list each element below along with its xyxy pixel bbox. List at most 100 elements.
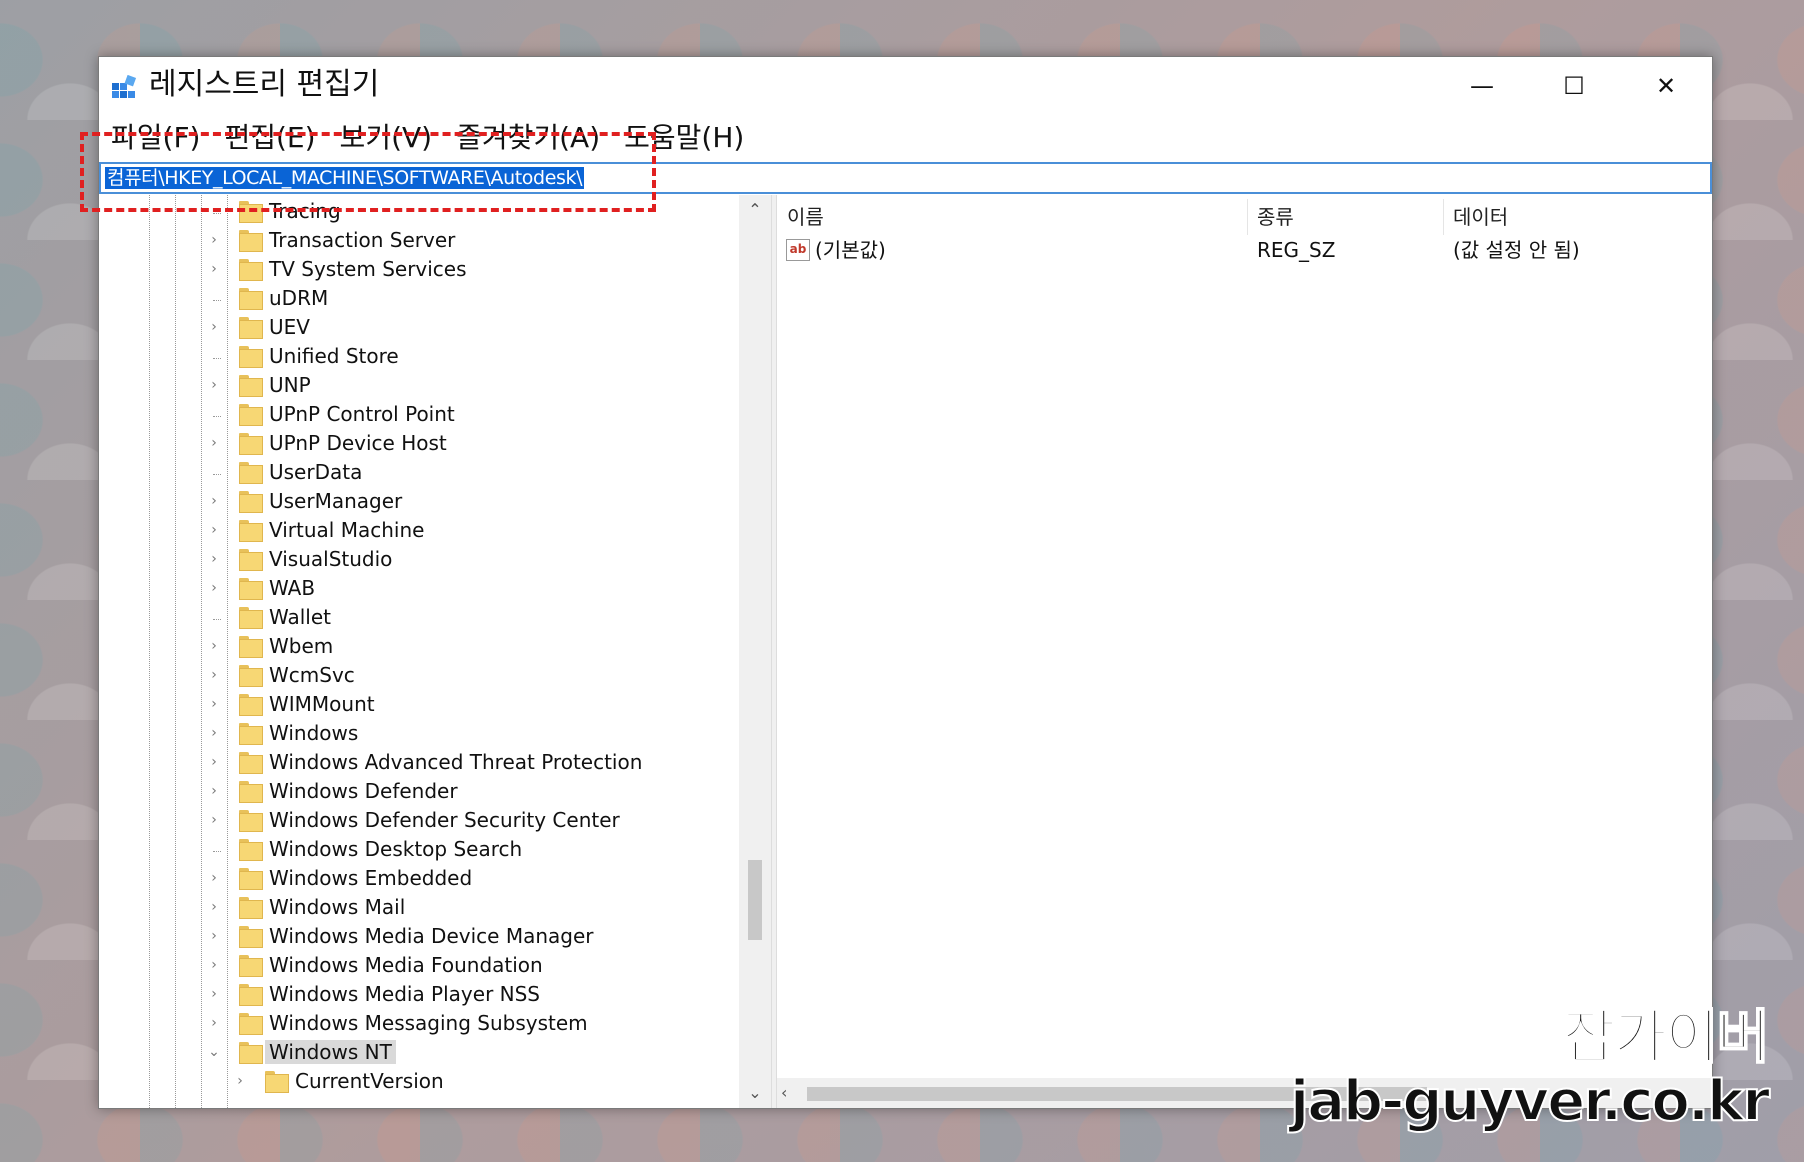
address-bar[interactable]: 컴퓨터\HKEY_LOCAL_MACHINE\SOFTWARE\Autodesk… (99, 162, 1712, 194)
maximize-button[interactable]: ☐ (1528, 57, 1620, 115)
tree-node[interactable]: Windows Desktop Search (99, 835, 739, 864)
menu-file[interactable]: 파일(F) (111, 115, 200, 161)
tree-node[interactable]: UPnP Control Point (99, 400, 739, 429)
minimize-button[interactable]: — (1436, 57, 1528, 115)
tree-node[interactable]: › Windows Embedded (99, 864, 739, 893)
tree-node[interactable]: › VisualStudio (99, 545, 739, 574)
address-path[interactable]: 컴퓨터\HKEY_LOCAL_MACHINE\SOFTWARE\Autodesk… (105, 167, 585, 189)
tree-node[interactable]: › UserManager (99, 487, 739, 516)
tree-node-label[interactable]: UPnP Device Host (269, 431, 447, 455)
tree-node[interactable]: Tracing (99, 197, 739, 226)
tree-node-label[interactable]: UserManager (269, 489, 402, 513)
expand-icon[interactable]: › (207, 580, 221, 596)
tree-node-label[interactable]: UserData (269, 460, 362, 484)
column-divider[interactable] (1247, 199, 1248, 235)
expand-icon[interactable]: › (207, 928, 221, 944)
tree-node-label[interactable]: TV System Services (269, 257, 467, 281)
tree-node-label[interactable]: WcmSvc (269, 663, 355, 687)
tree-node[interactable]: › Windows Defender (99, 777, 739, 806)
menu-help[interactable]: 도움말(H) (624, 115, 744, 161)
tree-node[interactable]: › CurrentVersion (99, 1067, 739, 1096)
tree-node[interactable]: › UEV (99, 313, 739, 342)
expand-icon[interactable]: › (207, 493, 221, 509)
expand-icon[interactable]: › (207, 986, 221, 1002)
tree-node[interactable]: › Windows Defender Security Center (99, 806, 739, 835)
expand-icon[interactable]: › (233, 1073, 247, 1089)
expand-icon[interactable]: › (207, 812, 221, 828)
tree-node-label[interactable]: Unified Store (269, 344, 399, 368)
tree-node-label[interactable]: UNP (269, 373, 311, 397)
expand-icon[interactable]: › (207, 1015, 221, 1031)
tree-node-label[interactable]: Transaction Server (269, 228, 455, 252)
expand-icon[interactable]: › (207, 667, 221, 683)
column-header-type[interactable]: 종류 (1257, 201, 1294, 233)
expand-icon[interactable]: › (207, 696, 221, 712)
expand-icon[interactable]: › (207, 435, 221, 451)
tree-node-label[interactable]: Windows (269, 721, 358, 745)
tree-node[interactable]: › Windows Messaging Subsystem (99, 1009, 739, 1038)
menu-edit[interactable]: 편집(E) (224, 115, 315, 161)
tree-node-label[interactable]: Windows Mail (269, 895, 405, 919)
tree-node[interactable]: › WIMMount (99, 690, 739, 719)
tree-node[interactable]: › Windows Mail (99, 893, 739, 922)
tree-node-label[interactable]: UEV (269, 315, 310, 339)
expand-icon[interactable]: › (207, 638, 221, 654)
expand-icon[interactable]: › (207, 261, 221, 277)
tree-node[interactable]: › TV System Services (99, 255, 739, 284)
tree-node-label[interactable]: Virtual Machine (269, 518, 424, 542)
tree-node-label[interactable]: Wbem (269, 634, 333, 658)
tree-node-label[interactable]: WIMMount (269, 692, 375, 716)
menu-view[interactable]: 보기(V) (340, 115, 433, 161)
tree-node-label[interactable]: UPnP Control Point (269, 402, 455, 426)
tree-node-label[interactable]: Windows Embedded (269, 866, 472, 890)
tree-node-label[interactable]: Windows Advanced Threat Protection (269, 750, 642, 774)
tree-node[interactable]: › Windows (99, 719, 739, 748)
tree-node-label[interactable]: CurrentVersion (295, 1069, 444, 1093)
tree-vertical-scrollbar[interactable]: ⌃ ⌄ (739, 195, 771, 1108)
tree-node-label[interactable]: WAB (269, 576, 315, 600)
expand-icon[interactable]: › (207, 232, 221, 248)
tree-node[interactable]: › Windows Advanced Threat Protection (99, 748, 739, 777)
tree-node[interactable]: UserData (99, 458, 739, 487)
expand-icon[interactable]: › (207, 870, 221, 886)
tree-node-label[interactable]: Wallet (269, 605, 331, 629)
scroll-left-icon[interactable]: ‹ (781, 1078, 787, 1108)
tree-node[interactable]: › Windows Media Player NSS (99, 980, 739, 1009)
tree-node-label[interactable]: Windows Media Device Manager (269, 924, 593, 948)
menu-favorites[interactable]: 즐겨찾기(A) (456, 115, 600, 161)
tree-node-label[interactable]: Windows Messaging Subsystem (269, 1011, 588, 1035)
tree-node[interactable]: › Wbem (99, 632, 739, 661)
tree-node[interactable]: › Transaction Server (99, 226, 739, 255)
expand-icon[interactable]: › (207, 522, 221, 538)
tree-node-label[interactable]: Windows Defender Security Center (269, 808, 620, 832)
tree-node[interactable]: ⌄ Windows NT (99, 1038, 739, 1067)
tree-node-label[interactable]: Windows NT (265, 1040, 396, 1064)
tree-node-label[interactable]: Windows Defender (269, 779, 458, 803)
tree-node[interactable]: › WcmSvc (99, 661, 739, 690)
tree-node-label[interactable]: Tracing (269, 199, 341, 223)
value-row[interactable]: ab (기본값) REG_SZ (값 설정 안 됨) (777, 233, 1712, 265)
tree-node-label[interactable]: VisualStudio (269, 547, 392, 571)
column-divider[interactable] (1443, 199, 1444, 235)
expand-icon[interactable]: › (207, 783, 221, 799)
tree-node-label[interactable]: Windows Media Foundation (269, 953, 543, 977)
tree-node[interactable]: › WAB (99, 574, 739, 603)
tree-node[interactable]: Wallet (99, 603, 739, 632)
tree-node-label[interactable]: Windows Desktop Search (269, 837, 522, 861)
tree-node[interactable]: › Windows Media Device Manager (99, 922, 739, 951)
expand-icon[interactable]: › (207, 551, 221, 567)
collapse-icon[interactable]: ⌄ (207, 1044, 221, 1060)
tree-node[interactable]: › Virtual Machine (99, 516, 739, 545)
column-header-data[interactable]: 데이터 (1453, 201, 1508, 233)
scroll-thumb[interactable] (748, 860, 762, 940)
close-button[interactable]: ✕ (1620, 57, 1712, 115)
expand-icon[interactable]: › (207, 319, 221, 335)
expand-icon[interactable]: › (207, 957, 221, 973)
scroll-down-icon[interactable]: ⌄ (739, 1078, 771, 1108)
expand-icon[interactable]: › (207, 899, 221, 915)
tree-node[interactable]: › UNP (99, 371, 739, 400)
tree-node[interactable]: › Windows Media Foundation (99, 951, 739, 980)
expand-icon[interactable]: › (207, 754, 221, 770)
tree-node[interactable]: › UPnP Device Host (99, 429, 739, 458)
scroll-up-icon[interactable]: ⌃ (739, 195, 771, 225)
